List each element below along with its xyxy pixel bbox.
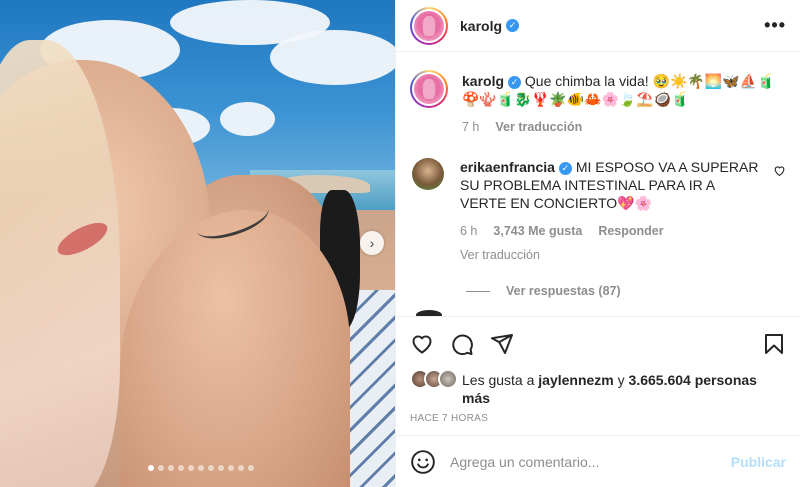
action-bar: [410, 329, 786, 359]
divider: [466, 290, 490, 292]
heart-icon[interactable]: [410, 332, 434, 356]
liker-avatars[interactable]: [410, 369, 462, 391]
carousel-dots: [148, 465, 254, 471]
avatar[interactable]: [410, 70, 448, 108]
comment-meta: 6 h 3,743 Me gusta Responder: [460, 222, 763, 240]
reply-button[interactable]: Responder: [598, 222, 663, 240]
see-translation-link[interactable]: Ver traducción: [460, 246, 763, 264]
avatar[interactable]: [410, 6, 448, 45]
header-username[interactable]: karolg: [460, 18, 502, 34]
comments-list: karolg ✓ Que chimba la vida! 🥹☀️🌴🌅🦋⛵🧃🍄🪸🧃🐉…: [396, 52, 800, 316]
view-replies-button[interactable]: Ver respuestas (87): [466, 284, 786, 298]
caption-time[interactable]: 7 h: [462, 118, 479, 136]
paper-plane-icon[interactable]: [490, 332, 514, 356]
comment-likes[interactable]: 3,743 Me gusta: [493, 222, 582, 240]
caption: karolg ✓ Que chimba la vida! 🥹☀️🌴🌅🦋⛵🧃🍄🪸🧃🐉…: [410, 70, 786, 136]
carousel-dot: [248, 465, 254, 471]
comment-input[interactable]: [450, 453, 731, 470]
smiley-icon[interactable]: [410, 449, 436, 475]
actions-area: Les gusta a jaylennezm y 3.665.604 perso…: [396, 316, 800, 424]
more-horizontal-icon[interactable]: •••: [764, 15, 786, 36]
chevron-right-icon: ›: [369, 235, 375, 251]
see-translation-link[interactable]: Ver traducción: [495, 118, 582, 136]
carousel-dot: [148, 465, 154, 471]
post-header: karolg ✓ •••: [396, 0, 800, 52]
publish-button[interactable]: Publicar: [731, 454, 786, 470]
carousel-dot: [178, 465, 184, 471]
carousel-dot: [198, 465, 204, 471]
cloud: [220, 102, 275, 136]
carousel-dot: [168, 465, 174, 471]
carousel-dot: [228, 465, 234, 471]
comment: erikaenfrancia ✓ MI ESPOSO VA A SUPERAR S…: [410, 158, 786, 264]
carousel-dot: [158, 465, 164, 471]
cloud: [270, 30, 395, 85]
carousel-dot: [218, 465, 224, 471]
carousel-dot: [188, 465, 194, 471]
post-photo[interactable]: ›: [0, 0, 395, 487]
comment-bubble-icon[interactable]: [450, 332, 474, 356]
view-replies-label: Ver respuestas (87): [506, 284, 621, 298]
carousel-next-button[interactable]: ›: [360, 231, 384, 255]
caption-meta: 7 h Ver traducción: [462, 118, 786, 136]
comment-username[interactable]: erikaenfrancia: [460, 159, 555, 175]
heart-outline-icon[interactable]: [773, 164, 786, 264]
verified-badge-icon: ✓: [508, 75, 522, 89]
avatar[interactable]: [412, 158, 444, 190]
verified-badge-icon: ✓: [506, 19, 520, 32]
post-time[interactable]: HACE 7 HORAS: [410, 413, 786, 424]
comment-time[interactable]: 6 h: [460, 222, 477, 240]
carousel-dot: [208, 465, 214, 471]
liker-username[interactable]: jaylennezm: [538, 372, 613, 388]
carousel-dot: [238, 465, 244, 471]
caption-username[interactable]: karolg: [462, 73, 504, 89]
verified-badge-icon: ✓: [558, 161, 572, 175]
likes-summary: Les gusta a jaylennezm y 3.665.604 perso…: [410, 369, 786, 407]
bookmark-icon[interactable]: [762, 332, 786, 356]
likes-prefix: Les gusta a: [462, 372, 539, 388]
likes-text: Les gusta a jaylennezm y 3.665.604 perso…: [462, 371, 786, 407]
likes-middle: y: [613, 372, 629, 388]
post-panel: karolg ✓ ••• karolg ✓ Que chimba la vida!…: [395, 0, 800, 487]
add-comment-bar: Publicar: [396, 435, 800, 487]
